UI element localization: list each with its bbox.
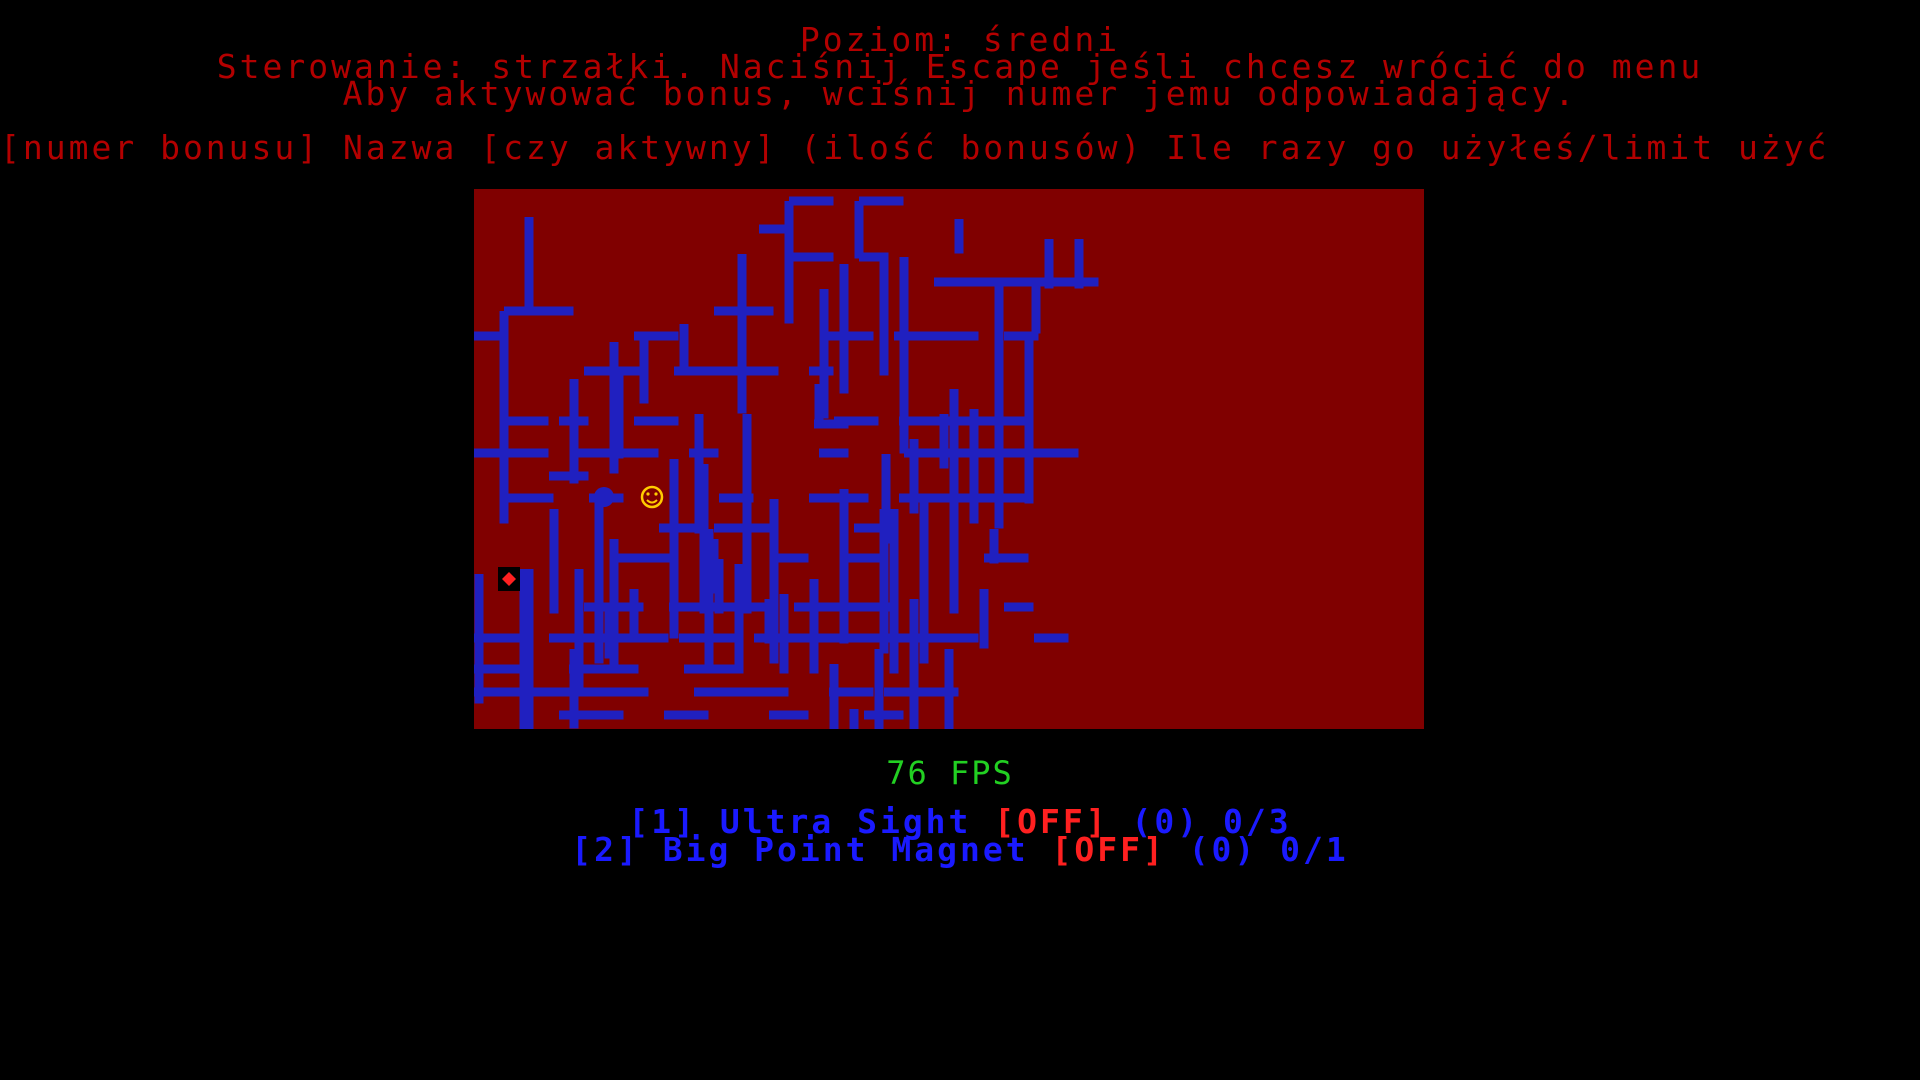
player-smiley-icon [640,485,664,509]
bonus-name: Big Point Magnet [662,830,1029,869]
bonus-count: (0) [1188,830,1258,869]
bonus-big-point-magnet: [2] Big Point Magnet [OFF] (0) 0/1 [0,833,1920,866]
bonus-legend: [numer bonusu] Nazwa [czy aktywny] (iloś… [0,128,1830,167]
bonus-usage: 0/1 [1280,830,1349,869]
maze-walls [474,196,1099,729]
bonus-state: [OFF] [1051,830,1166,869]
item-diamond-icon [498,567,520,591]
enemy-ball-icon [594,487,614,507]
bonus-activation-hint: Aby aktywować bonus, wciśnij numer jemu … [342,74,1578,113]
maze [474,196,1099,729]
fps-counter: 76 FPS [886,754,1014,792]
bonus-key: [2] [571,830,640,869]
game-board[interactable] [474,189,1424,729]
